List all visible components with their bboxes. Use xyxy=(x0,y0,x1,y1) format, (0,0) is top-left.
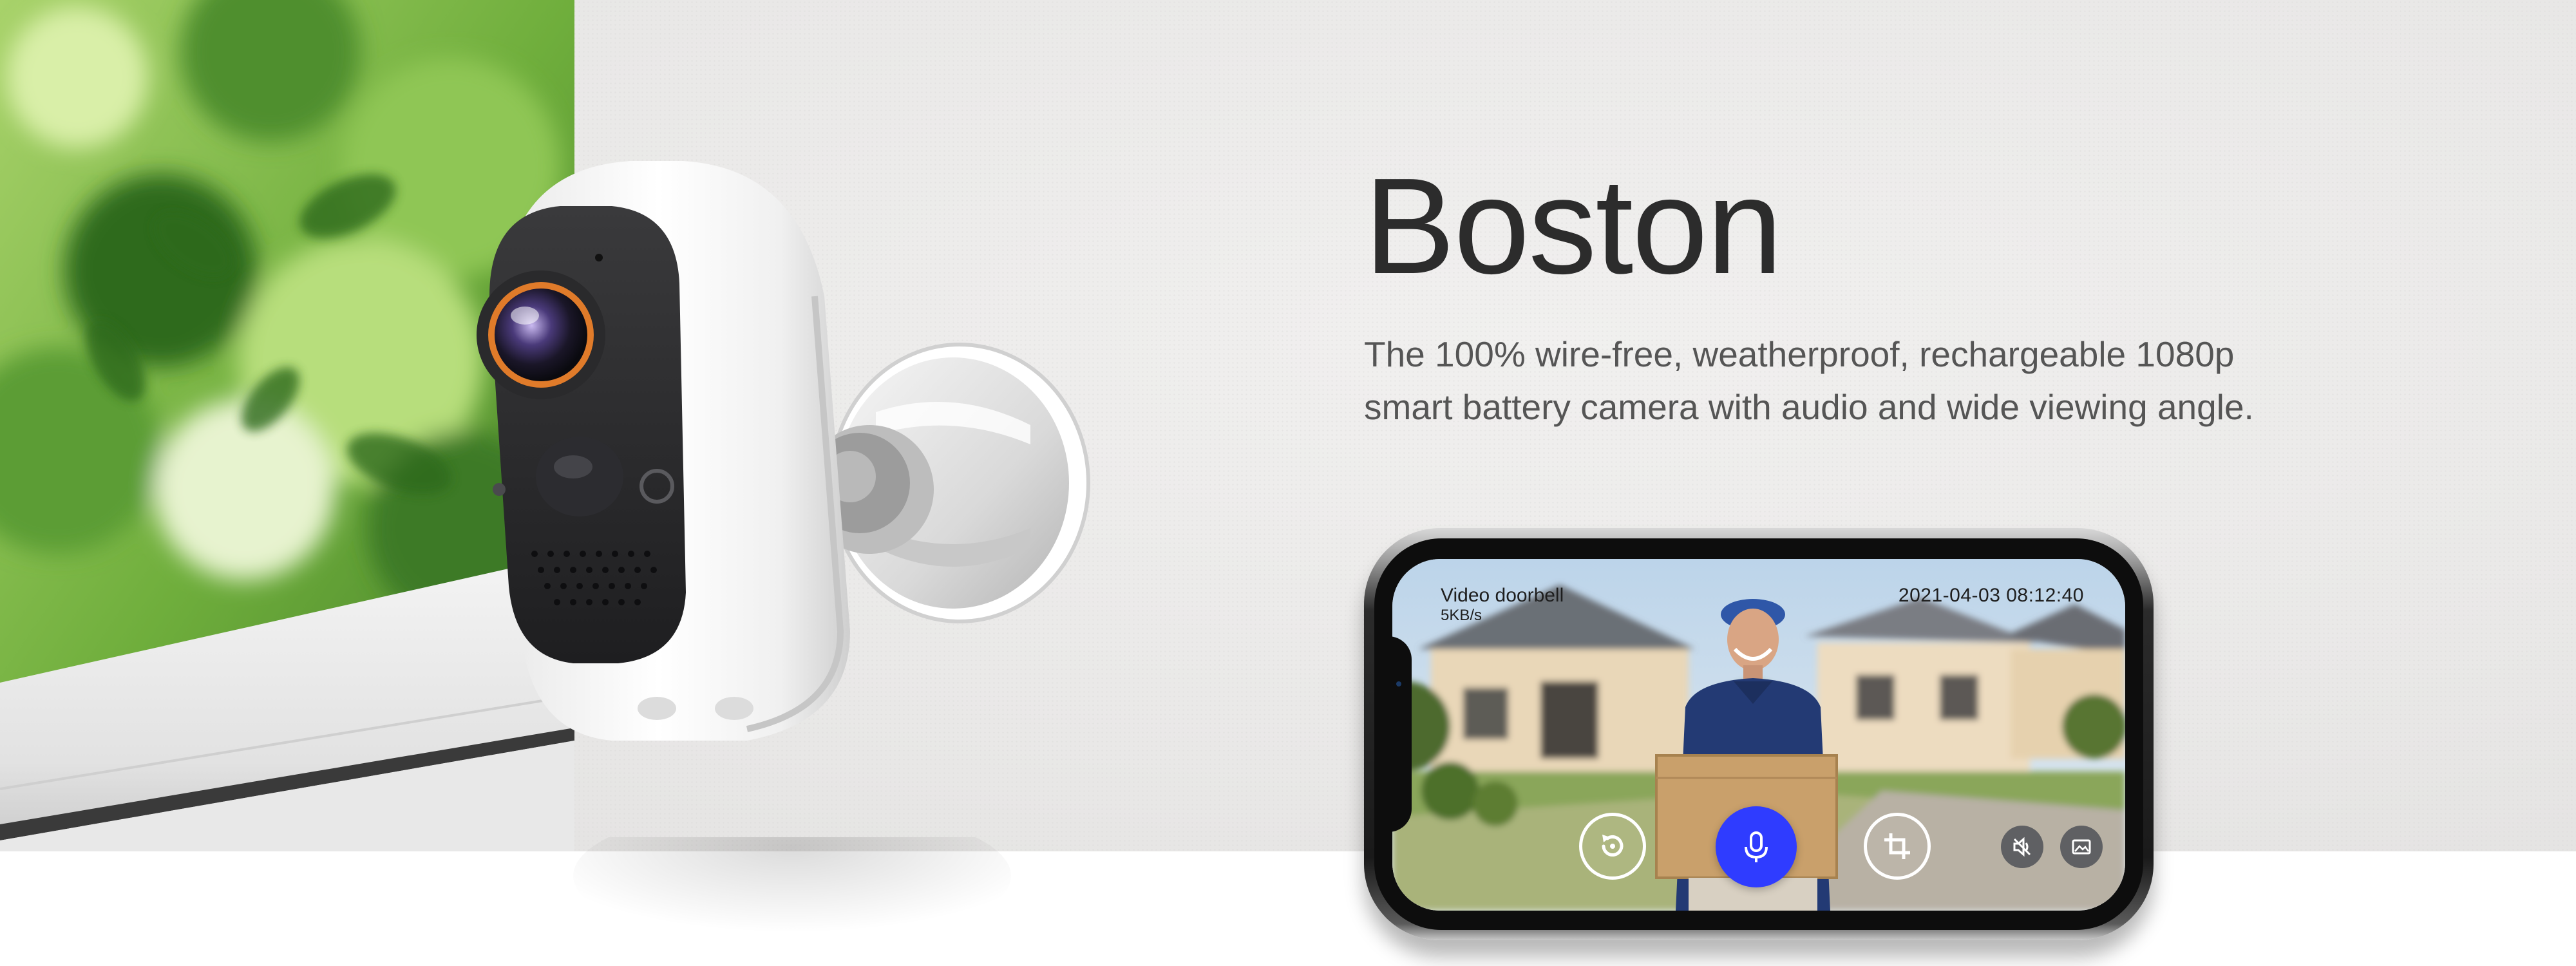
phone-notch xyxy=(1382,636,1412,832)
product-description: The 100% wire-free, weatherproof, rechar… xyxy=(1364,328,2330,433)
feed-title: Video doorbell xyxy=(1441,585,1564,606)
screenshot-icon xyxy=(2072,839,2091,855)
product-copy: Boston The 100% wire-free, weatherproof,… xyxy=(1364,158,2330,433)
hero-banner: Boston The 100% wire-free, weatherproof,… xyxy=(0,0,2576,966)
crop-icon xyxy=(1884,833,1910,859)
front-camera xyxy=(1396,681,1401,687)
product-title: Boston xyxy=(1364,149,1783,302)
microphone-icon xyxy=(1745,831,1768,862)
security-camera xyxy=(477,161,1090,741)
description-line-2: smart battery camera with audio and wide… xyxy=(1364,387,2254,427)
smartphone: Video doorbell 5KB/s 2021-04-03 08:12:40 xyxy=(1364,528,2154,940)
feed-timestamp: 2021-04-03 08:12:40 xyxy=(1898,585,2084,606)
camera-shadow xyxy=(573,837,1011,947)
mute-icon xyxy=(2013,837,2031,857)
live-video-screen: Video doorbell 5KB/s 2021-04-03 08:12:40 xyxy=(1392,559,2125,911)
replay-icon xyxy=(1602,835,1624,857)
microphone-button[interactable] xyxy=(1716,806,1797,887)
screenshot-button[interactable] xyxy=(2060,826,2103,868)
crop-button[interactable] xyxy=(1864,813,1931,880)
description-line-1: The 100% wire-free, weatherproof, rechar… xyxy=(1364,334,2235,374)
data-rate: 5KB/s xyxy=(1441,607,1482,624)
mute-button[interactable] xyxy=(2001,826,2043,868)
replay-button[interactable] xyxy=(1579,813,1646,880)
floor xyxy=(0,851,2576,966)
